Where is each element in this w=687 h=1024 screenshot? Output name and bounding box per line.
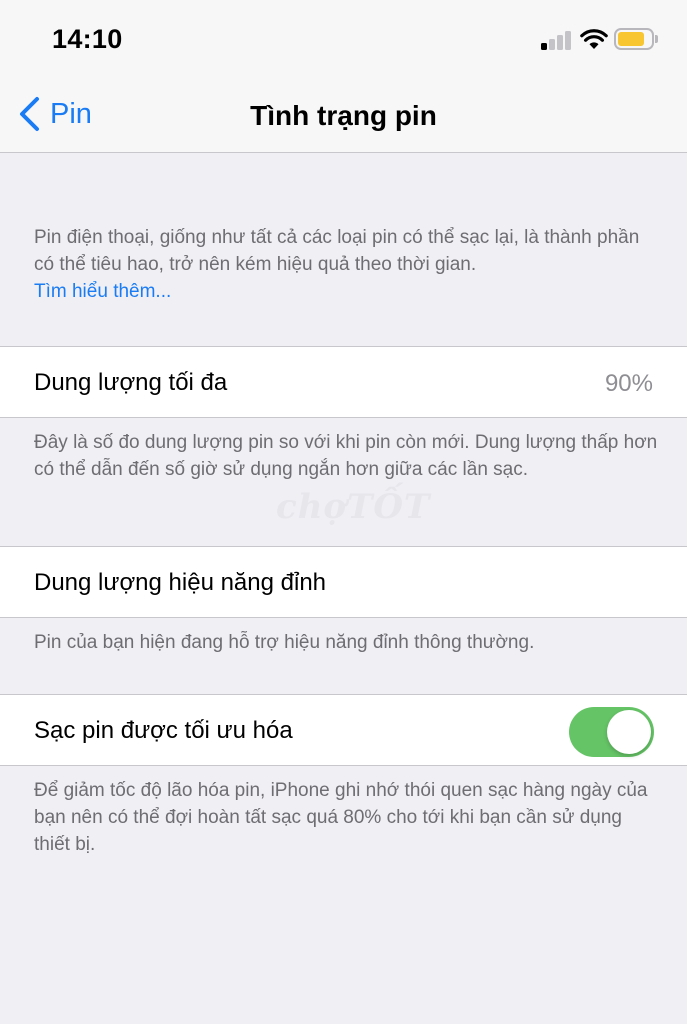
max-capacity-row: Dung lượng tối đa 90% [0,346,687,418]
optimized-charging-row: Sạc pin được tối ưu hóa [0,694,687,766]
watermark: chợTỐT [276,487,431,527]
peak-performance-label: Dung lượng hiệu năng đỉnh [34,569,327,596]
page-title: Tình trạng pin [250,100,437,131]
status-bar: 14:10 [0,0,687,78]
peak-performance-footnote: Pin của bạn hiện đang hỗ trợ hiệu năng đ… [34,632,535,653]
intro-text: Pin điện thoại, giống như tất cả các loạ… [34,227,640,275]
status-time: 14:10 [52,24,123,54]
optimized-charging-footnote: Để giảm tốc độ lão hóa pin, iPhone ghi n… [34,780,648,855]
max-capacity-value: 90% [604,370,653,397]
learn-more-link[interactable]: Tìm hiểu thêm... [34,278,659,305]
navigation-bar: Pin Tình trạng pin [0,78,687,153]
battery-level-fill [618,32,644,46]
wifi-icon [580,29,608,49]
max-capacity-label: Dung lượng tối đa [34,369,228,396]
battery-icon [614,28,654,50]
optimized-charging-label: Sạc pin được tối ưu hóa [34,717,293,744]
cellular-signal-icon [541,30,573,50]
peak-performance-row: Dung lượng hiệu năng đỉnh [0,546,687,618]
max-capacity-footnote: Đây là số đo dung lượng pin so với khi p… [34,432,658,480]
intro-description: Pin điện thoại, giống như tất cả các loạ… [34,224,659,305]
battery-cap [655,35,658,43]
optimized-charging-toggle[interactable] [569,707,654,757]
toggle-knob [607,710,651,754]
